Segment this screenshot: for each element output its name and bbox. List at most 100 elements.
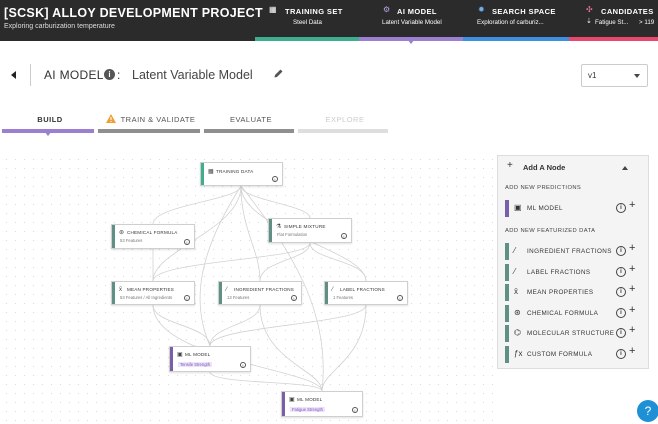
- item-label: MOLECULAR STRUCTURE: [527, 330, 615, 337]
- ai-model-icon: ⚙: [383, 5, 391, 14]
- panel-item-custom-formula[interactable]: ƒx CUSTOM FORMULA i +: [505, 346, 635, 363]
- panel-header[interactable]: Add A Node: [523, 163, 565, 172]
- node-stripe: [170, 347, 173, 371]
- info-icon[interactable]: i: [616, 349, 626, 359]
- panel-item-chemical-formula[interactable]: ⊛ CHEMICAL FORMULA i +: [505, 305, 635, 322]
- step-build-label: BUILD: [37, 115, 63, 124]
- node-subtitle: 1 Features: [333, 295, 354, 300]
- step-build[interactable]: BUILD: [2, 113, 98, 133]
- filter-sort-icon: ⇣: [586, 18, 592, 25]
- panel-item-molecular-structure[interactable]: ⌬ MOLECULAR STRUCTURE i +: [505, 325, 635, 342]
- step-explore: EXPLORE: [298, 113, 392, 133]
- node-label-fractions[interactable]: ⁄ LABEL FRACTIONS 1 Features i: [324, 281, 408, 305]
- tab-ai-model-label: AI MODEL: [397, 7, 437, 16]
- node-stripe: [112, 282, 115, 304]
- panel-item-ml-model[interactable]: ▣ ML MODEL i +: [505, 200, 635, 217]
- node-training-data[interactable]: ▦ TRAINING DATA i: [200, 162, 283, 186]
- item-stripe: [505, 346, 509, 363]
- panel-item-ingredient-fractions[interactable]: ⁄ INGREDIENT FRACTIONS i +: [505, 243, 635, 260]
- add-icon[interactable]: +: [629, 325, 635, 336]
- tab-search-space[interactable]: ✹ SEARCH SPACE Exploration of carburiz..…: [463, 0, 569, 41]
- info-icon[interactable]: i: [352, 407, 358, 413]
- warning-icon: [106, 114, 116, 123]
- node-subtitle: 13 Features: [227, 295, 250, 300]
- project-title: [SCSK] ALLOY DEVELOPMENT PROJECT: [4, 6, 263, 20]
- tab-candidates-sub-extra: > 119: [639, 19, 655, 26]
- add-icon[interactable]: +: [629, 305, 635, 316]
- panel-item-mean-properties[interactable]: x̄ MEAN PROPERTIES i +: [505, 284, 635, 301]
- mixture-icon: ⚗: [276, 224, 282, 230]
- info-icon[interactable]: i: [184, 239, 190, 245]
- info-icon[interactable]: i: [616, 308, 626, 318]
- help-button[interactable]: ?: [637, 400, 658, 422]
- tab-search-space-color-bar: [463, 37, 569, 41]
- node-simple-mixture[interactable]: ⚗ SIMPLE MIXTURE Flat Formulation i: [268, 218, 352, 243]
- item-stripe: [505, 284, 509, 301]
- node-stripe: [282, 392, 285, 416]
- version-value: v1: [588, 71, 597, 80]
- info-icon[interactable]: i: [291, 295, 297, 301]
- section-featurized: ADD NEW FEATURIZED DATA: [505, 228, 596, 234]
- step-explore-bar: [298, 129, 388, 133]
- item-stripe: [505, 305, 509, 322]
- info-icon[interactable]: i: [184, 295, 190, 301]
- item-label: LABEL FRACTIONS: [527, 269, 591, 276]
- edit-pencil-icon[interactable]: [273, 68, 284, 79]
- info-icon[interactable]: i: [616, 267, 626, 277]
- item-stripe: [505, 325, 509, 342]
- info-icon[interactable]: i: [616, 287, 626, 297]
- info-icon[interactable]: i: [397, 295, 403, 301]
- info-icon[interactable]: i: [616, 203, 626, 213]
- info-icon[interactable]: i: [240, 362, 246, 368]
- node-title: CHEMICAL FORMULA: [127, 230, 178, 235]
- molecule-icon: ⌬: [514, 328, 521, 337]
- node-ml-model-fatigue[interactable]: ▣ ML MODEL Fatigue Strength i: [281, 391, 363, 417]
- info-icon[interactable]: i: [104, 69, 115, 80]
- add-icon[interactable]: +: [629, 243, 635, 254]
- tab-ai-model[interactable]: ⚙ AI MODEL Latent Variable Model: [359, 0, 463, 41]
- table-icon: ▦: [208, 169, 214, 175]
- chevron-up-icon[interactable]: [622, 166, 628, 170]
- table-icon: ▦: [269, 5, 277, 14]
- fraction-icon: ⁄: [514, 246, 516, 255]
- model-colon: :: [117, 68, 121, 82]
- node-ml-model-tensile[interactable]: ▣ ML MODEL Tensile Strength i: [169, 346, 251, 372]
- tab-search-space-sub: Exploration of carburiz...: [477, 19, 544, 26]
- info-icon[interactable]: i: [272, 176, 278, 182]
- tab-training-set[interactable]: ▦ TRAINING SET Steel Data: [255, 0, 359, 41]
- add-icon[interactable]: +: [629, 284, 635, 295]
- model-icon: ▣: [514, 203, 522, 212]
- node-mean-properties[interactable]: x̄ MEAN PROPERTIES 53 Features / All Ing…: [111, 281, 195, 305]
- add-icon[interactable]: +: [629, 264, 635, 275]
- search-space-icon: ✹: [478, 5, 485, 14]
- node-chemical-formula[interactable]: ⊛ CHEMICAL FORMULA 53 Features i: [111, 224, 195, 249]
- mean-icon: x̄: [119, 287, 122, 293]
- project-subtitle: Exploring carburization temperature: [4, 23, 115, 30]
- plus-icon: +: [507, 160, 513, 171]
- mean-icon: x̄: [514, 287, 518, 296]
- tab-training-set-label: TRAINING SET: [285, 7, 343, 16]
- item-stripe: [505, 264, 509, 281]
- node-subtitle: 53 Features / All Ingredients: [120, 295, 173, 300]
- node-stripe: [269, 219, 272, 242]
- tab-candidates-label: CANDIDATES: [601, 7, 654, 16]
- step-evaluate[interactable]: EVALUATE: [204, 113, 298, 133]
- tab-candidates[interactable]: ✣ CANDIDATES ⇣ Fatigue St... > 119: [569, 0, 658, 41]
- header-divider: [30, 64, 31, 86]
- panel-item-label-fractions[interactable]: ⁄ LABEL FRACTIONS i +: [505, 264, 635, 281]
- tab-ai-model-sub: Latent Variable Model: [382, 19, 442, 26]
- version-select[interactable]: v1: [581, 64, 648, 87]
- add-node-panel: + Add A Node ADD NEW PREDICTIONS ▣ ML MO…: [497, 155, 649, 369]
- node-tag: Fatigue Strength: [290, 407, 325, 412]
- step-train-validate-bar: [98, 129, 200, 133]
- add-icon[interactable]: +: [629, 346, 635, 357]
- node-stripe: [325, 282, 328, 304]
- add-icon[interactable]: +: [629, 200, 635, 211]
- info-icon[interactable]: i: [616, 328, 626, 338]
- fraction-icon: ⁄: [226, 287, 228, 293]
- info-icon[interactable]: i: [616, 246, 626, 256]
- back-arrow-icon[interactable]: [9, 70, 19, 80]
- info-icon[interactable]: i: [341, 233, 347, 239]
- model-icon: ▣: [289, 397, 295, 403]
- node-ingredient-fractions[interactable]: ⁄ INGREDIENT FRACTIONS 13 Features i: [218, 281, 302, 305]
